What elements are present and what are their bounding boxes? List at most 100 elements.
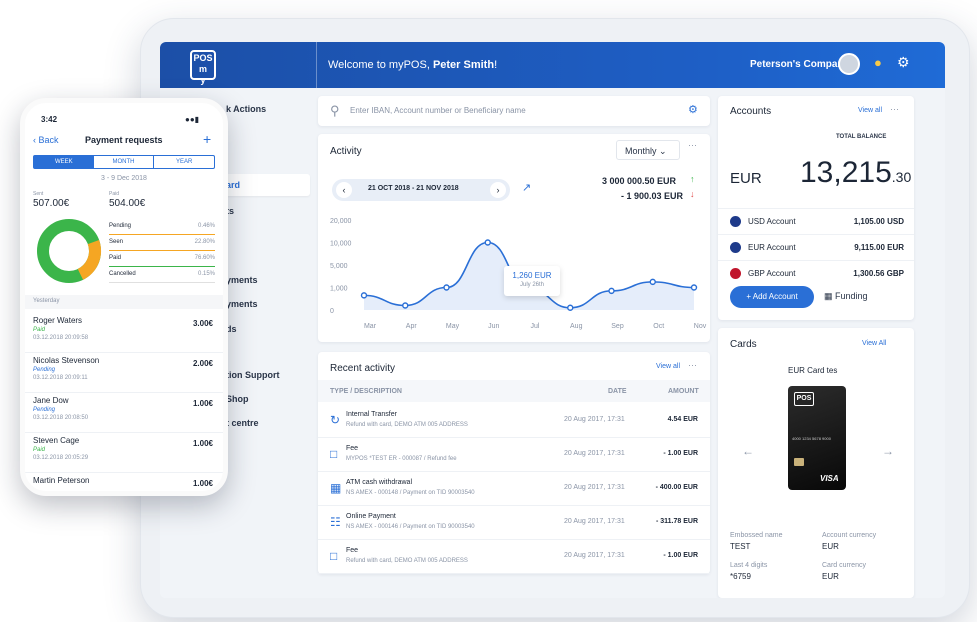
sidebar-item-shop[interactable]: Shop xyxy=(226,394,249,404)
row-desc: Refund with card, DEMO ATM 005 ADDRESS xyxy=(346,558,468,564)
bell-icon[interactable]: ● xyxy=(874,55,888,71)
list-item[interactable]: Martin Peterson 1.00€ xyxy=(25,473,223,491)
data-point[interactable] xyxy=(402,302,409,309)
sidebar-item-support[interactable]: tion Support xyxy=(226,370,280,380)
table-row[interactable]: ▦ ATM cash withdrawal NS AMEX - 000148 /… xyxy=(318,472,710,506)
person-name: Nicolas Stevenson xyxy=(33,356,100,365)
search-icon: ⚲ xyxy=(330,103,340,118)
settings-icon[interactable]: ⚙ xyxy=(688,103,698,116)
list-item[interactable]: Nicolas Stevenson Pending 03.12.2018 20:… xyxy=(25,353,223,393)
avatar[interactable] xyxy=(838,53,860,75)
sidebar-item-payments-2[interactable]: yments xyxy=(226,299,258,309)
sidebar-item-centre[interactable]: t centre xyxy=(226,418,259,428)
recent-view-all[interactable]: View all xyxy=(656,363,680,370)
next-arrow-icon[interactable]: › xyxy=(490,182,506,198)
add-account-button[interactable]: + Add Account xyxy=(730,286,814,308)
card-logo: POS xyxy=(794,392,814,406)
cards-view-all[interactable]: View All xyxy=(862,340,886,347)
person-name: Steven Cage xyxy=(33,436,80,445)
company-name[interactable]: Peterson's Company xyxy=(750,59,849,70)
account-amount: 9,115.00 EUR xyxy=(854,243,904,252)
stat-row: Pending 0.46% xyxy=(109,221,215,235)
tab-year[interactable]: YEAR xyxy=(154,156,214,168)
x-tick-label: Sep xyxy=(611,323,624,330)
add-icon[interactable]: + xyxy=(203,131,211,147)
x-tick-label: Aug xyxy=(570,323,583,330)
table-row[interactable]: □ Fee MYPOS *TEST ER - 000087 / Refund f… xyxy=(318,438,710,472)
row-date: 20 Aug 2017, 17:31 xyxy=(564,416,625,423)
embossed-value: TEST xyxy=(730,542,751,551)
stat-pct: 22.80% xyxy=(194,239,215,245)
row-title: Fee xyxy=(346,445,359,452)
data-point[interactable] xyxy=(567,304,574,311)
embossed-label: Embossed name xyxy=(730,532,783,539)
tab-week[interactable]: WEEK xyxy=(34,156,94,168)
back-button[interactable]: ‹ Back xyxy=(33,135,59,145)
tab-month[interactable]: MONTH xyxy=(94,156,155,168)
balance-currency: EUR xyxy=(730,170,762,187)
date-range: 21 OCT 2018 - 21 NOV 2018 xyxy=(368,185,459,192)
search-bar[interactable]: ⚲ Enter IBAN, Account number or Benefici… xyxy=(318,96,710,126)
person-amount: 1.00€ xyxy=(192,439,213,448)
table-row[interactable]: □ Fee Refund with card, DEMO ATM 005 ADD… xyxy=(318,540,710,574)
mypos-logo[interactable]: POS m y xyxy=(190,50,216,85)
card-next-icon[interactable]: → xyxy=(882,444,894,458)
data-point[interactable] xyxy=(608,287,615,295)
data-point[interactable] xyxy=(443,284,450,291)
list-item[interactable]: Roger Waters Paid 03.12.2018 20:09:58 3.… xyxy=(25,313,223,353)
account-row[interactable]: USD Account 1,105.00 USD xyxy=(718,208,914,234)
table-row[interactable]: ↻ Internal Transfer Refund with card, DE… xyxy=(318,404,710,438)
account-name: GBP Account xyxy=(748,269,796,278)
x-tick-label: May xyxy=(446,323,460,330)
cards-panel: Cards View All EUR Card tes ← → POS 4000… xyxy=(718,328,914,598)
more-icon[interactable]: ··· xyxy=(688,140,697,150)
card-currency-value: EUR xyxy=(822,572,839,581)
chevron-left-icon: ‹ xyxy=(33,135,36,145)
tooltip-value: 1,260 EUR xyxy=(512,271,552,280)
table-row[interactable]: ☷ Online Payment NS AMEX - 000146 / Paym… xyxy=(318,506,710,540)
period-select[interactable]: Monthly ⌄ xyxy=(616,140,680,160)
row-title: Fee xyxy=(346,547,359,554)
stat-row: Cancelled 0.15% xyxy=(109,269,215,283)
sidebar-item-dashboard[interactable]: ard xyxy=(226,180,240,190)
data-point[interactable] xyxy=(360,292,368,299)
sidebar-item-payments[interactable]: yments xyxy=(226,275,258,285)
accounts-more-icon[interactable]: ··· xyxy=(890,104,899,114)
flag-icon xyxy=(730,242,741,253)
funding-button[interactable]: ▦ Funding xyxy=(824,291,868,302)
card-prev-icon[interactable]: ← xyxy=(742,444,754,458)
account-row[interactable]: GBP Account 1,300.56 GBP xyxy=(718,260,914,286)
recent-title: Recent activity xyxy=(330,363,396,374)
row-title: Online Payment xyxy=(346,513,396,520)
data-point[interactable] xyxy=(484,239,491,246)
list-item[interactable]: Steven Cage Paid 03.12.2018 20:05:29 1.0… xyxy=(25,433,223,473)
welcome-message: Welcome to myPOS, Peter Smith! xyxy=(328,59,498,71)
data-point[interactable] xyxy=(649,278,656,286)
phone-mockup: 3:42 ●●▮ ‹ Back Payment requests + WEEK … xyxy=(20,98,228,496)
gear-icon[interactable]: ⚙ xyxy=(897,54,910,71)
data-point[interactable] xyxy=(690,284,698,291)
list-item[interactable]: Jane Dow Pending 03.12.2018 20:08:50 1.0… xyxy=(25,393,223,433)
account-amount: 1,105.00 USD xyxy=(853,217,904,226)
accounts-view-all[interactable]: View all xyxy=(858,107,882,114)
x-tick-label: Apr xyxy=(406,323,418,330)
sidebar-item-quick-actions[interactable]: k Actions xyxy=(226,104,266,114)
row-desc: NS AMEX - 000148 / Payment on TID 900035… xyxy=(346,490,475,496)
stat-pct: 76.60% xyxy=(194,255,215,261)
phone-time: 3:42 xyxy=(41,115,58,124)
person-name: Martin Peterson xyxy=(33,476,90,485)
person-status: Paid xyxy=(33,327,46,333)
account-row[interactable]: EUR Account 9,115.00 EUR xyxy=(718,234,914,260)
person-name: Roger Waters xyxy=(33,316,83,325)
card-image[interactable]: POS 4000 1234 5678 9000 VISA xyxy=(788,386,846,490)
trend-icon[interactable]: ↗ xyxy=(522,181,531,194)
prev-arrow-icon[interactable]: ‹ xyxy=(336,182,352,198)
row-desc: NS AMEX - 000146 / Payment on TID 900035… xyxy=(346,524,475,530)
flag-icon xyxy=(730,216,741,227)
recent-more-icon[interactable]: ··· xyxy=(688,360,697,370)
chevron-down-icon: ⌄ xyxy=(659,146,667,156)
row-amount: - 400.00 EUR xyxy=(655,484,698,491)
activity-panel: Activity Monthly ⌄ ··· ‹ 21 OCT 2018 - 2… xyxy=(318,134,710,342)
stat-row: Seen 22.80% xyxy=(109,237,215,251)
search-input[interactable]: Enter IBAN, Account number or Beneficiar… xyxy=(350,106,526,115)
